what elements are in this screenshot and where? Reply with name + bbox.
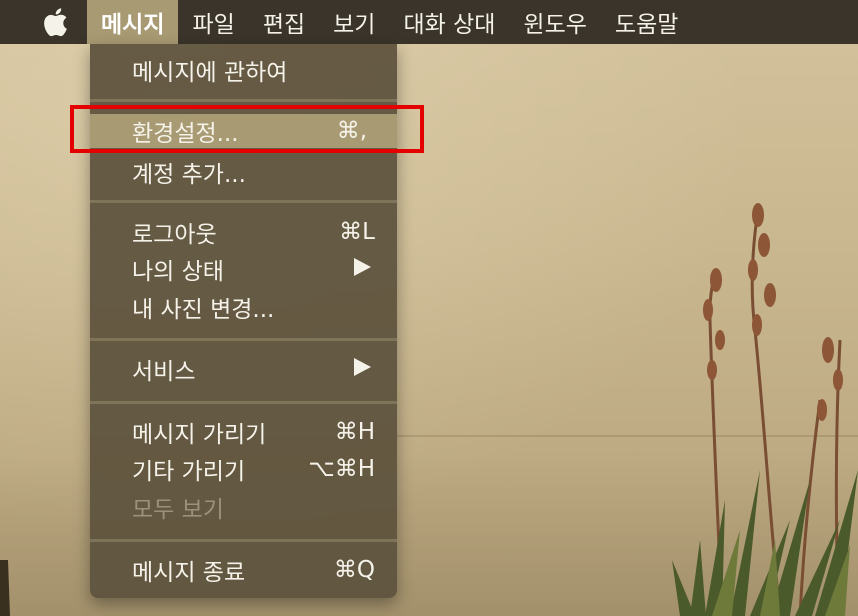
menu-view[interactable]: 보기 [319,0,389,44]
menu-separator [90,338,397,341]
menu-item-label: 내 사진 변경... [132,297,275,323]
menu-item-label: 모두 보기 [132,497,224,523]
menu-item-about[interactable]: 메시지에 관하여 [90,53,397,87]
menu-help[interactable]: 도움말 [601,0,692,44]
menu-item-label: 메시지 가리기 [132,422,267,448]
menu-edit[interactable]: 편집 [249,0,319,44]
menu-item-label: 나의 상태 [132,259,224,285]
menu-item-label: 서비스 [132,359,196,385]
menu-item-label: 기타 가리기 [132,459,246,485]
menu-separator [90,401,397,404]
menu-messages[interactable]: 메시지 [87,0,179,44]
menu-item-quit[interactable]: 메시지 종료 ⌘Q [90,553,397,587]
menu-separator [90,99,397,102]
menu-item-my-status[interactable]: 나의 상태 [90,252,397,286]
menu-item-logout[interactable]: 로그아웃 ⌘L [90,215,397,249]
menu-separator [90,200,397,203]
apple-icon[interactable] [38,4,72,40]
menu-buddies[interactable]: 대화 상대 [389,0,509,44]
shortcut-label: ⌘Q [333,557,375,583]
menu-item-label: 메시지 종료 [132,560,246,586]
menu-window[interactable]: 윈도우 [509,0,600,44]
shortcut-label: ⌥⌘H [308,456,375,482]
menu-item-services[interactable]: 서비스 [90,352,397,386]
menu-item-label: 계정 추가... [132,162,246,188]
menu-file[interactable]: 파일 [178,0,248,44]
shortcut-label: ⌘L [339,219,375,245]
menu-item-label: 로그아웃 [132,222,217,248]
menu-item-hide-others[interactable]: 기타 가리기 ⌥⌘H [90,452,397,486]
shortcut-label: ⌘H [334,419,375,445]
menu-item-show-all: 모두 보기 [90,490,397,524]
menu-item-hide-messages[interactable]: 메시지 가리기 ⌘H [90,415,397,449]
submenu-arrow-icon [354,356,371,382]
menu-item-label: 메시지에 관하여 [132,60,288,86]
menu-bar: 메시지 파일 편집 보기 대화 상대 윈도우 도움말 [0,0,858,44]
highlight-annotation-box [70,105,424,153]
submenu-arrow-icon [354,256,371,282]
menu-item-change-photo[interactable]: 내 사진 변경... [90,290,397,324]
menu-separator [90,539,397,542]
menu-item-add-account[interactable]: 계정 추가... [90,155,397,189]
